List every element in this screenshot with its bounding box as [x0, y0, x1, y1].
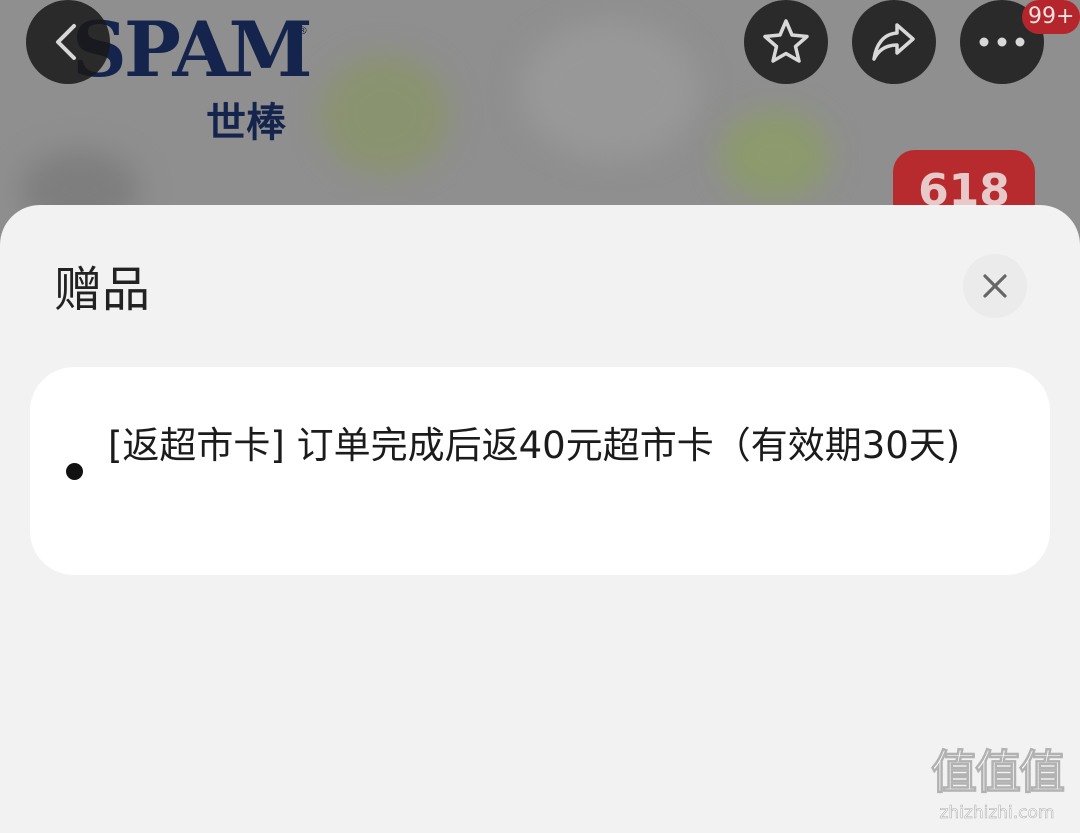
bullet-dot-icon: [66, 463, 83, 480]
share-arrow-icon: [872, 23, 915, 61]
gift-description: [返超市卡] 订单完成后返40元超市卡（有效期30天): [108, 424, 961, 467]
notification-badge: 99+: [1022, 0, 1080, 34]
share-button[interactable]: [852, 0, 936, 84]
gift-bottom-sheet: 赠品 [返超市卡] 订单完成后返40元超市卡（有效期30天): [0, 205, 1080, 833]
gift-item-card: [返超市卡] 订单完成后返40元超市卡（有效期30天): [30, 367, 1050, 575]
brand-logo-subtext: 世棒: [206, 100, 286, 146]
brand-logo: SPAM ® 世棒: [72, 4, 313, 154]
brand-registered-mark: ®: [297, 24, 308, 37]
close-button[interactable]: [963, 254, 1027, 318]
background-blur: [320, 55, 450, 175]
star-icon: [763, 19, 809, 63]
more-dots-icon: [979, 37, 1025, 47]
sheet-title: 赠品: [54, 262, 151, 318]
chevron-left-icon: [56, 24, 76, 60]
favorite-button[interactable]: [744, 0, 828, 84]
back-button[interactable]: [26, 0, 110, 84]
background-blur: [720, 110, 830, 200]
watermark-url: zhizhizhi.com: [939, 803, 1055, 824]
watermark: 值值值 zhizhizhi.com: [922, 744, 1072, 830]
close-icon: [983, 274, 1007, 298]
background-blur: [520, 20, 700, 160]
watermark-logo: 值值值: [931, 745, 1066, 800]
